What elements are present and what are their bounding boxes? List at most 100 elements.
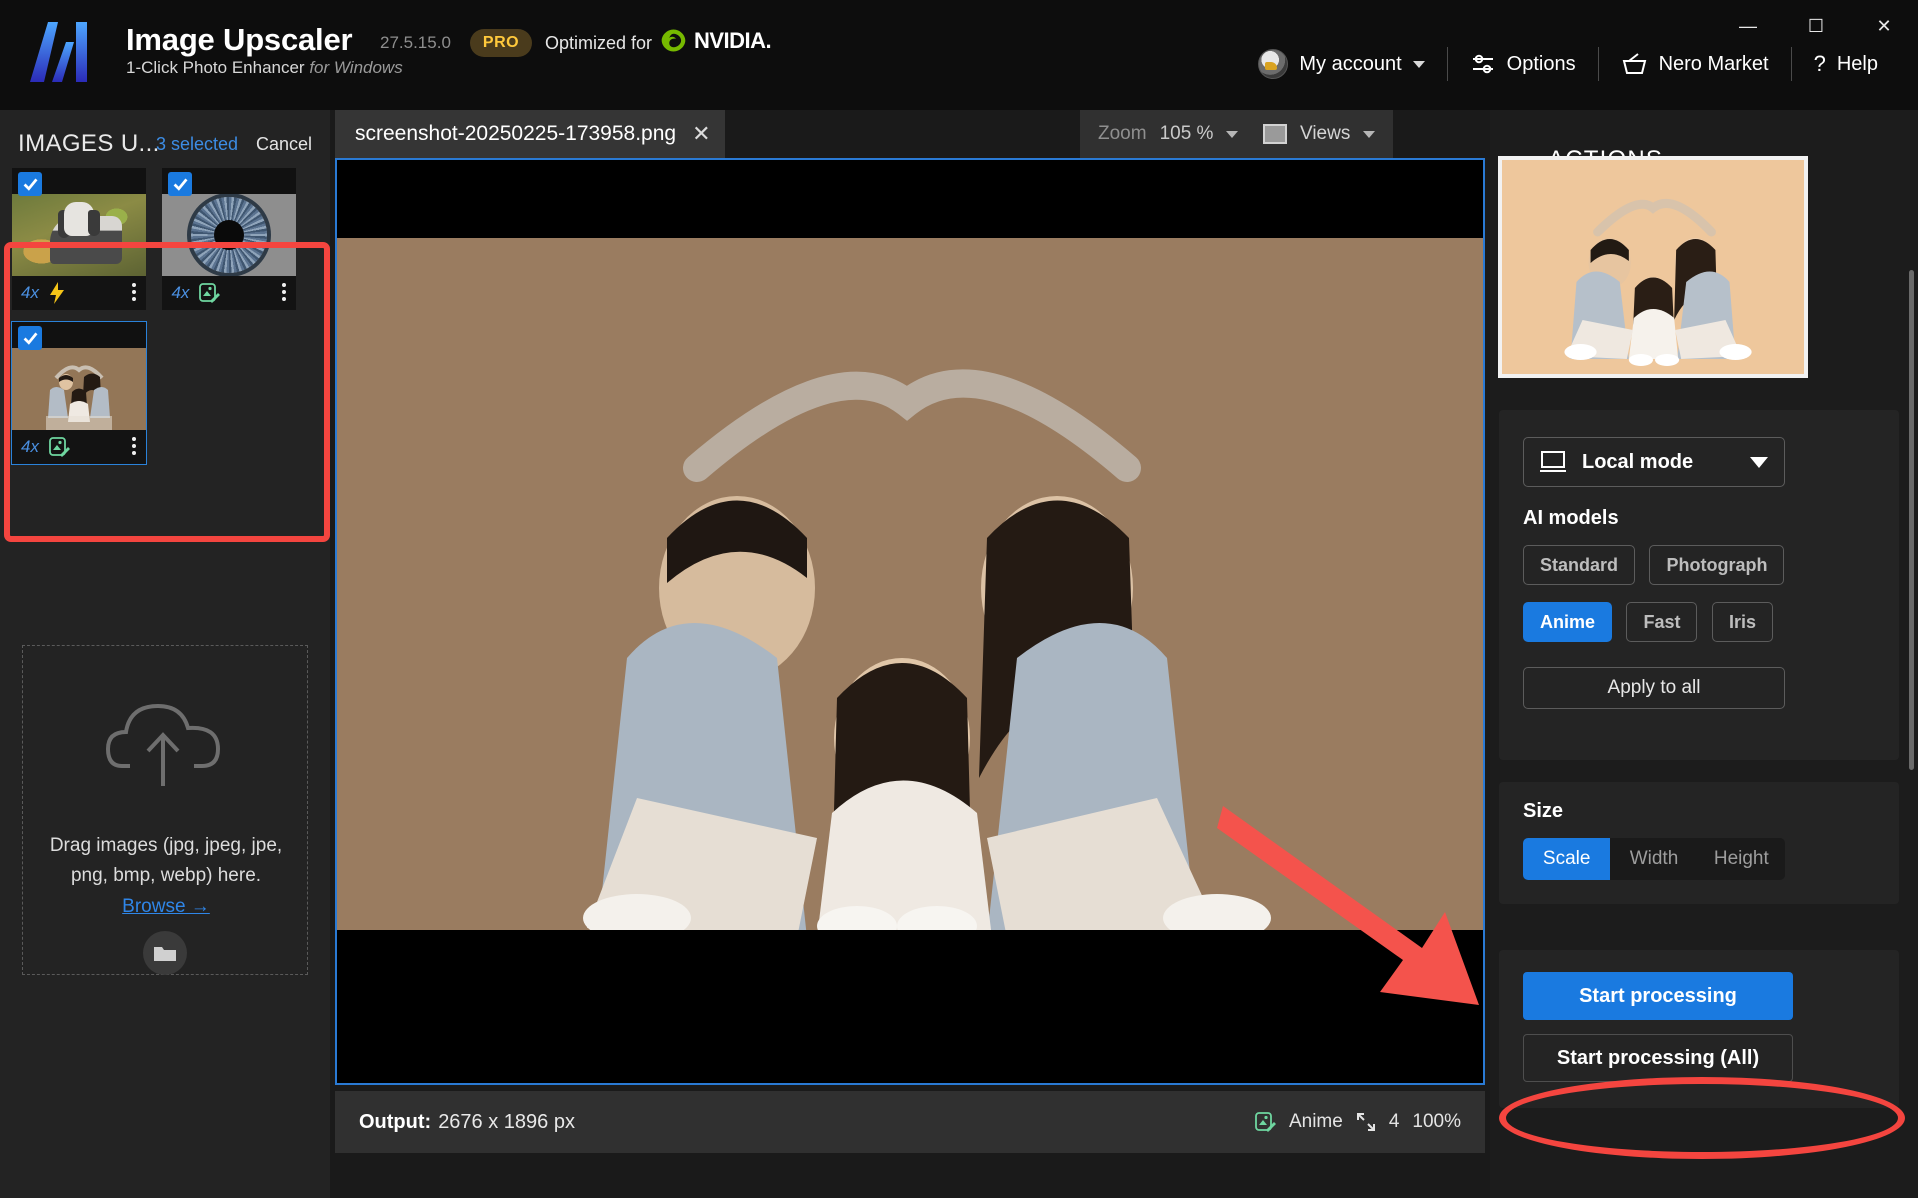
drop-zone[interactable]: Drag images (jpg, jpeg, jpe, png, bmp, w… — [22, 645, 308, 975]
start-processing-button[interactable]: Start processing — [1523, 972, 1793, 1020]
model-button-standard[interactable]: Standard — [1523, 545, 1636, 585]
chevron-down-icon — [1750, 456, 1768, 468]
output-value: 2676 x 1896 px — [438, 1110, 575, 1133]
mode-label: Local mode — [1582, 450, 1694, 473]
pro-badge: PRO — [470, 29, 532, 57]
check-icon — [173, 178, 188, 191]
my-account-menu[interactable]: My account — [1236, 44, 1446, 84]
image-canvas[interactable] — [335, 158, 1485, 1085]
chevron-down-icon — [1363, 130, 1376, 138]
model-button-anime[interactable]: Anime — [1523, 602, 1613, 642]
size-card: Size Scale Width Height — [1499, 782, 1899, 904]
image-checkbox[interactable] — [18, 172, 42, 196]
cancel-selection-button[interactable]: Cancel — [256, 134, 312, 155]
cloud-upload-icon — [106, 703, 221, 786]
image-card-menu-button[interactable] — [132, 283, 136, 301]
status-right-group: Anime 4 100% — [1254, 1111, 1461, 1133]
status-bar: Output: 2676 x 1896 px Anime 4 100% — [335, 1091, 1485, 1153]
models-card: Local mode AI models Standard Photograph… — [1499, 410, 1899, 760]
lightning-icon — [48, 282, 66, 304]
image-card-active[interactable]: 4x — [11, 321, 147, 465]
model-button-photograph[interactable]: Photograph — [1649, 545, 1785, 585]
image-card-footer: 4x — [12, 430, 146, 464]
close-icon[interactable]: ✕ — [692, 123, 710, 145]
thumbnail-list: 4x 4x 4x — [11, 168, 318, 476]
zoom-label: Zoom — [1098, 123, 1147, 144]
image-edit-icon — [1255, 1112, 1276, 1132]
image-card[interactable]: 4x — [162, 168, 297, 310]
browse-link[interactable]: Browse → — [122, 896, 210, 917]
image-upscaler-window: Image Upscaler 27.5.15.0 PRO Optimized f… — [0, 0, 1918, 1198]
model-button-iris[interactable]: Iris — [1711, 602, 1773, 642]
image-card-thumbnail — [12, 168, 146, 276]
resize-icon — [1356, 1113, 1375, 1131]
image-card-thumbnail — [162, 168, 297, 276]
question-mark-icon: ? — [1813, 51, 1826, 76]
size-mode-segmented: Scale Width Height — [1523, 838, 1785, 880]
shopping-basket-icon — [1622, 53, 1646, 74]
image-card[interactable]: 4x — [12, 168, 146, 310]
process-card: Start processing Start processing (All) — [1499, 950, 1899, 1108]
image-edit-icon — [48, 436, 70, 458]
family-photo-art — [12, 348, 146, 430]
check-icon — [23, 178, 38, 191]
drop-zone-text: Drag images (jpg, jpeg, jpe, png, bmp, w… — [23, 831, 309, 891]
tab-bar: screenshot-20250225-173958.png ✕ Zoom 10… — [330, 110, 1490, 158]
preview-thumbnail[interactable] — [1498, 156, 1808, 378]
image-card-menu-button[interactable] — [132, 437, 136, 455]
folder-icon — [154, 947, 176, 961]
preview-image — [1502, 160, 1804, 374]
nero-market-label: Nero Market — [1658, 52, 1769, 75]
selected-count-label: 3 selected — [155, 134, 238, 154]
optimized-for-label: Optimized for — [545, 33, 653, 53]
models-row-2: Anime Fast Iris — [1523, 602, 1783, 642]
mode-selector[interactable]: Local mode — [1523, 437, 1785, 487]
nvidia-eye-icon — [661, 29, 686, 52]
scale-label: 4x — [171, 283, 190, 302]
sidebar-header: IMAGES U... 3 selected Cancel — [18, 130, 312, 160]
panel-scrollbar[interactable] — [1909, 270, 1914, 770]
output-label: Output: — [359, 1110, 432, 1133]
header-toolbar: My account Options Nero Market ? Help — [1236, 42, 1900, 86]
image-card-menu-button[interactable] — [282, 283, 287, 301]
image-checkbox[interactable] — [168, 172, 193, 196]
status-quality: 100% — [1412, 1111, 1461, 1132]
chevron-down-icon — [1412, 60, 1425, 68]
options-button[interactable]: Options — [1448, 44, 1598, 84]
my-account-label: My account — [1299, 52, 1402, 75]
app-title: Image Upscaler — [126, 22, 353, 57]
app-logo-icon — [30, 22, 87, 82]
size-option-scale[interactable]: Scale — [1523, 838, 1611, 880]
image-card-footer: 4x — [162, 276, 297, 310]
help-label: Help — [1836, 52, 1878, 75]
scale-label: 4x — [21, 283, 39, 302]
sidebar-title: IMAGES U... — [18, 130, 160, 157]
nero-market-button[interactable]: Nero Market — [1599, 44, 1791, 84]
image-tab[interactable]: screenshot-20250225-173958.png ✕ — [335, 110, 725, 158]
actions-panel: ACTIONS — [1490, 110, 1918, 1198]
status-scale: 4 — [1388, 1111, 1400, 1132]
options-label: Options — [1506, 52, 1576, 75]
thumbnail-art-eye — [162, 194, 297, 276]
open-folder-button[interactable] — [143, 931, 187, 975]
start-processing-all-button[interactable]: Start processing (All) — [1523, 1034, 1793, 1082]
views-thumb-icon — [1263, 124, 1287, 144]
views-control[interactable]: Views — [1245, 110, 1394, 158]
apply-to-all-button[interactable]: Apply to all — [1523, 667, 1785, 709]
zoom-value: 105 % — [1159, 123, 1214, 144]
size-option-height[interactable]: Height — [1698, 838, 1785, 880]
thumbnail-art-family — [12, 348, 146, 430]
size-option-width[interactable]: Width — [1610, 838, 1697, 880]
size-label: Size — [1523, 800, 1564, 822]
image-edit-icon — [198, 282, 221, 304]
title-bar: Image Upscaler 27.5.15.0 PRO Optimized f… — [0, 0, 1918, 110]
drop-zone-line2: png, bmp, webp) here. — [70, 865, 262, 886]
model-button-fast[interactable]: Fast — [1626, 602, 1698, 642]
check-icon — [23, 332, 38, 345]
app-version: 27.5.15.0 — [380, 33, 451, 52]
zoom-control[interactable]: Zoom 105 % — [1080, 110, 1257, 158]
thumbnail-art-dog — [12, 194, 146, 276]
nvidia-branding: NVIDIA. — [660, 27, 772, 54]
image-checkbox[interactable] — [18, 326, 42, 350]
help-button[interactable]: ? Help — [1792, 44, 1900, 84]
